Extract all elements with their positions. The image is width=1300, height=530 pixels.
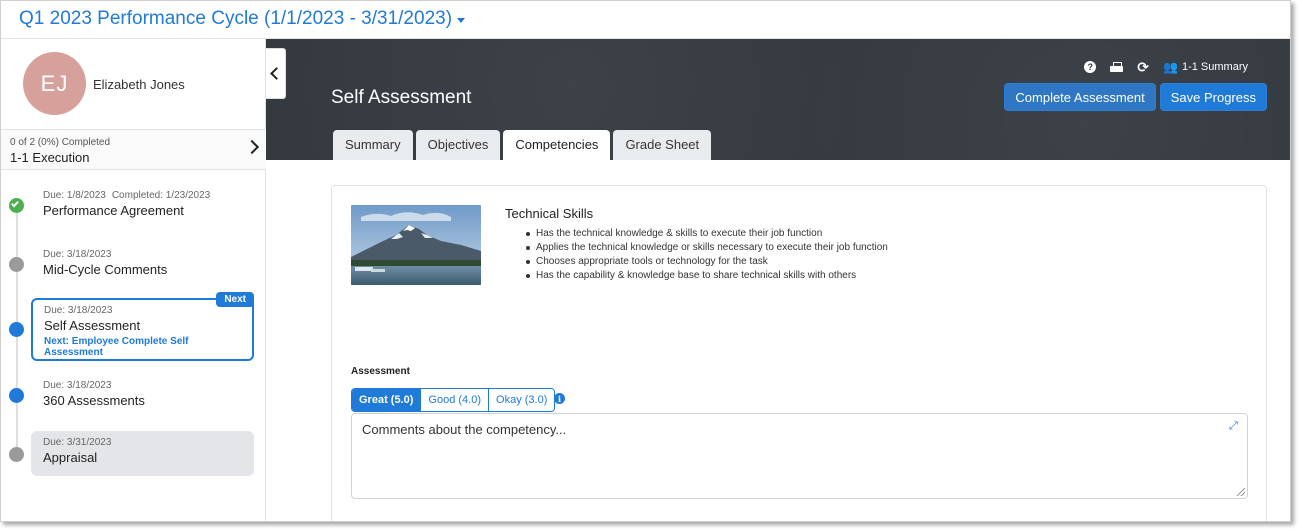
avatar: EJ bbox=[23, 52, 86, 115]
timeline-item-mid-cycle-comments[interactable]: Due: 3/18/2023 Mid-Cycle Comments bbox=[31, 243, 254, 283]
sidebar: EJ Elizabeth Jones 0 of 2 (0%) Completed… bbox=[1, 39, 266, 521]
timeline-item-title: Mid-Cycle Comments bbox=[43, 262, 168, 277]
page-header: Self Assessment ? ⟳ 👥 1-1 Summary Comple… bbox=[266, 39, 1290, 160]
competency-bullet: Has the technical knowledge & skills to … bbox=[505, 227, 888, 241]
pending-dot-icon bbox=[9, 447, 24, 462]
due-date: Due: 3/31/2023 bbox=[43, 437, 112, 448]
phase-progress[interactable]: 0 of 2 (0%) Completed 1-1 Execution bbox=[1, 129, 266, 170]
summary-label: 1-1 Summary bbox=[1181, 61, 1248, 73]
competency-bullet: Applies the technical knowledge or skill… bbox=[505, 241, 888, 255]
resize-grip-icon[interactable] bbox=[1237, 488, 1245, 496]
help-icon: ? bbox=[1084, 61, 1097, 73]
comment-textarea[interactable]: Comments about the competency... ⤢ bbox=[351, 413, 1248, 499]
timeline-item-self-assessment[interactable]: Next Due: 3/18/2023 Self Assessment Next… bbox=[31, 292, 254, 361]
save-progress-button[interactable]: Save Progress bbox=[1159, 83, 1267, 111]
progress-summary: 0 of 2 (0%) Completed bbox=[10, 137, 111, 148]
refresh-button[interactable]: ⟳ bbox=[1137, 59, 1150, 75]
profile-name: Elizabeth Jones bbox=[93, 77, 185, 92]
complete-assessment-button[interactable]: Complete Assessment bbox=[1004, 83, 1156, 111]
competency-card: Technical Skills Has the technical knowl… bbox=[331, 185, 1267, 521]
tab-objectives[interactable]: Objectives bbox=[415, 130, 501, 160]
print-button[interactable] bbox=[1110, 61, 1124, 73]
timeline-item-performance-agreement[interactable]: Due: 1/8/2023 Completed: 1/23/2023 Perfor… bbox=[31, 184, 254, 224]
summary-button[interactable]: 👥 1-1 Summary bbox=[1163, 61, 1248, 73]
next-badge: Next bbox=[216, 292, 254, 307]
pending-dot-icon bbox=[9, 257, 24, 272]
due-date: Due: 3/18/2023 bbox=[43, 380, 112, 391]
completed-check-icon bbox=[9, 198, 24, 213]
top-bar: Q1 2023 Performance Cycle (1/1/2023 - 3/… bbox=[1, 1, 1290, 39]
tab-bar: Summary Objectives Competencies Grade Sh… bbox=[333, 130, 712, 160]
cycle-title: Q1 2023 Performance Cycle (1/1/2023 - 3/… bbox=[19, 8, 453, 29]
profile-section: EJ Elizabeth Jones bbox=[1, 39, 266, 129]
timeline-item-title: 360 Assessments bbox=[43, 393, 145, 408]
assessment-label: Assessment bbox=[351, 366, 410, 377]
grade-selector: Great (5.0) Good (4.0) Okay (3.0) bbox=[351, 388, 556, 412]
timeline: Due: 1/8/2023 Completed: 1/23/2023 Perfor… bbox=[1, 170, 266, 521]
due-date: Due: 3/18/2023 bbox=[44, 305, 113, 316]
grade-option-great[interactable]: Great (5.0) bbox=[352, 389, 422, 411]
competency-bullet: Chooses appropriate tools or technology … bbox=[505, 255, 888, 269]
header-tools: ? ⟳ 👥 1-1 Summary bbox=[1084, 59, 1248, 75]
completed-date: Completed: 1/23/2023 bbox=[111, 190, 211, 201]
timeline-item-title: Performance Agreement bbox=[43, 203, 184, 218]
header-actions: Complete Assessment Save Progress bbox=[1004, 83, 1267, 111]
grade-option-okay[interactable]: Okay (3.0) bbox=[489, 389, 555, 411]
competency-bullets: Has the technical knowledge & skills to … bbox=[505, 227, 888, 283]
due-date: Due: 3/18/2023 bbox=[43, 249, 112, 260]
help-button[interactable]: ? bbox=[1084, 61, 1097, 73]
page-title: Self Assessment bbox=[331, 87, 472, 108]
caret-down-icon bbox=[457, 17, 466, 23]
timeline-item-360-assessments[interactable]: Due: 3/18/2023 360 Assessments bbox=[31, 374, 254, 414]
chevron-right-icon[interactable] bbox=[244, 139, 260, 155]
next-step-link[interactable]: Next: Employee Complete Self Assessment bbox=[44, 336, 241, 358]
competency-bullet: Has the capability & knowledge base to s… bbox=[505, 269, 888, 283]
cycle-selector[interactable]: Q1 2023 Performance Cycle (1/1/2023 - 3/… bbox=[19, 8, 466, 30]
collapse-sidebar-button[interactable] bbox=[266, 48, 286, 99]
app-window: Q1 2023 Performance Cycle (1/1/2023 - 3/… bbox=[0, 0, 1291, 522]
users-icon: 👥 bbox=[1163, 60, 1178, 74]
progress-phase: 1-1 Execution bbox=[10, 150, 90, 165]
info-icon[interactable]: i bbox=[554, 393, 565, 404]
timeline-item-appraisal[interactable]: Due: 3/31/2023 Appraisal bbox=[31, 431, 254, 476]
tab-grade-sheet[interactable]: Grade Sheet bbox=[613, 130, 712, 160]
tab-summary[interactable]: Summary bbox=[333, 130, 413, 160]
expand-icon[interactable]: ⤢ bbox=[1229, 421, 1239, 432]
refresh-icon: ⟳ bbox=[1137, 59, 1150, 75]
due-date: Due: 1/8/2023 bbox=[43, 190, 106, 201]
print-icon bbox=[1110, 61, 1124, 73]
timeline-item-title: Appraisal bbox=[43, 450, 98, 465]
upcoming-dot-icon bbox=[9, 388, 24, 403]
competency-image bbox=[351, 205, 481, 285]
active-dot-icon bbox=[9, 322, 24, 337]
timeline-item-title: Self Assessment bbox=[44, 318, 141, 333]
competency-title: Technical Skills bbox=[505, 206, 594, 221]
comment-placeholder: Comments about the competency... bbox=[362, 422, 567, 437]
grade-option-good[interactable]: Good (4.0) bbox=[421, 389, 490, 411]
tab-competencies[interactable]: Competencies bbox=[503, 130, 611, 160]
